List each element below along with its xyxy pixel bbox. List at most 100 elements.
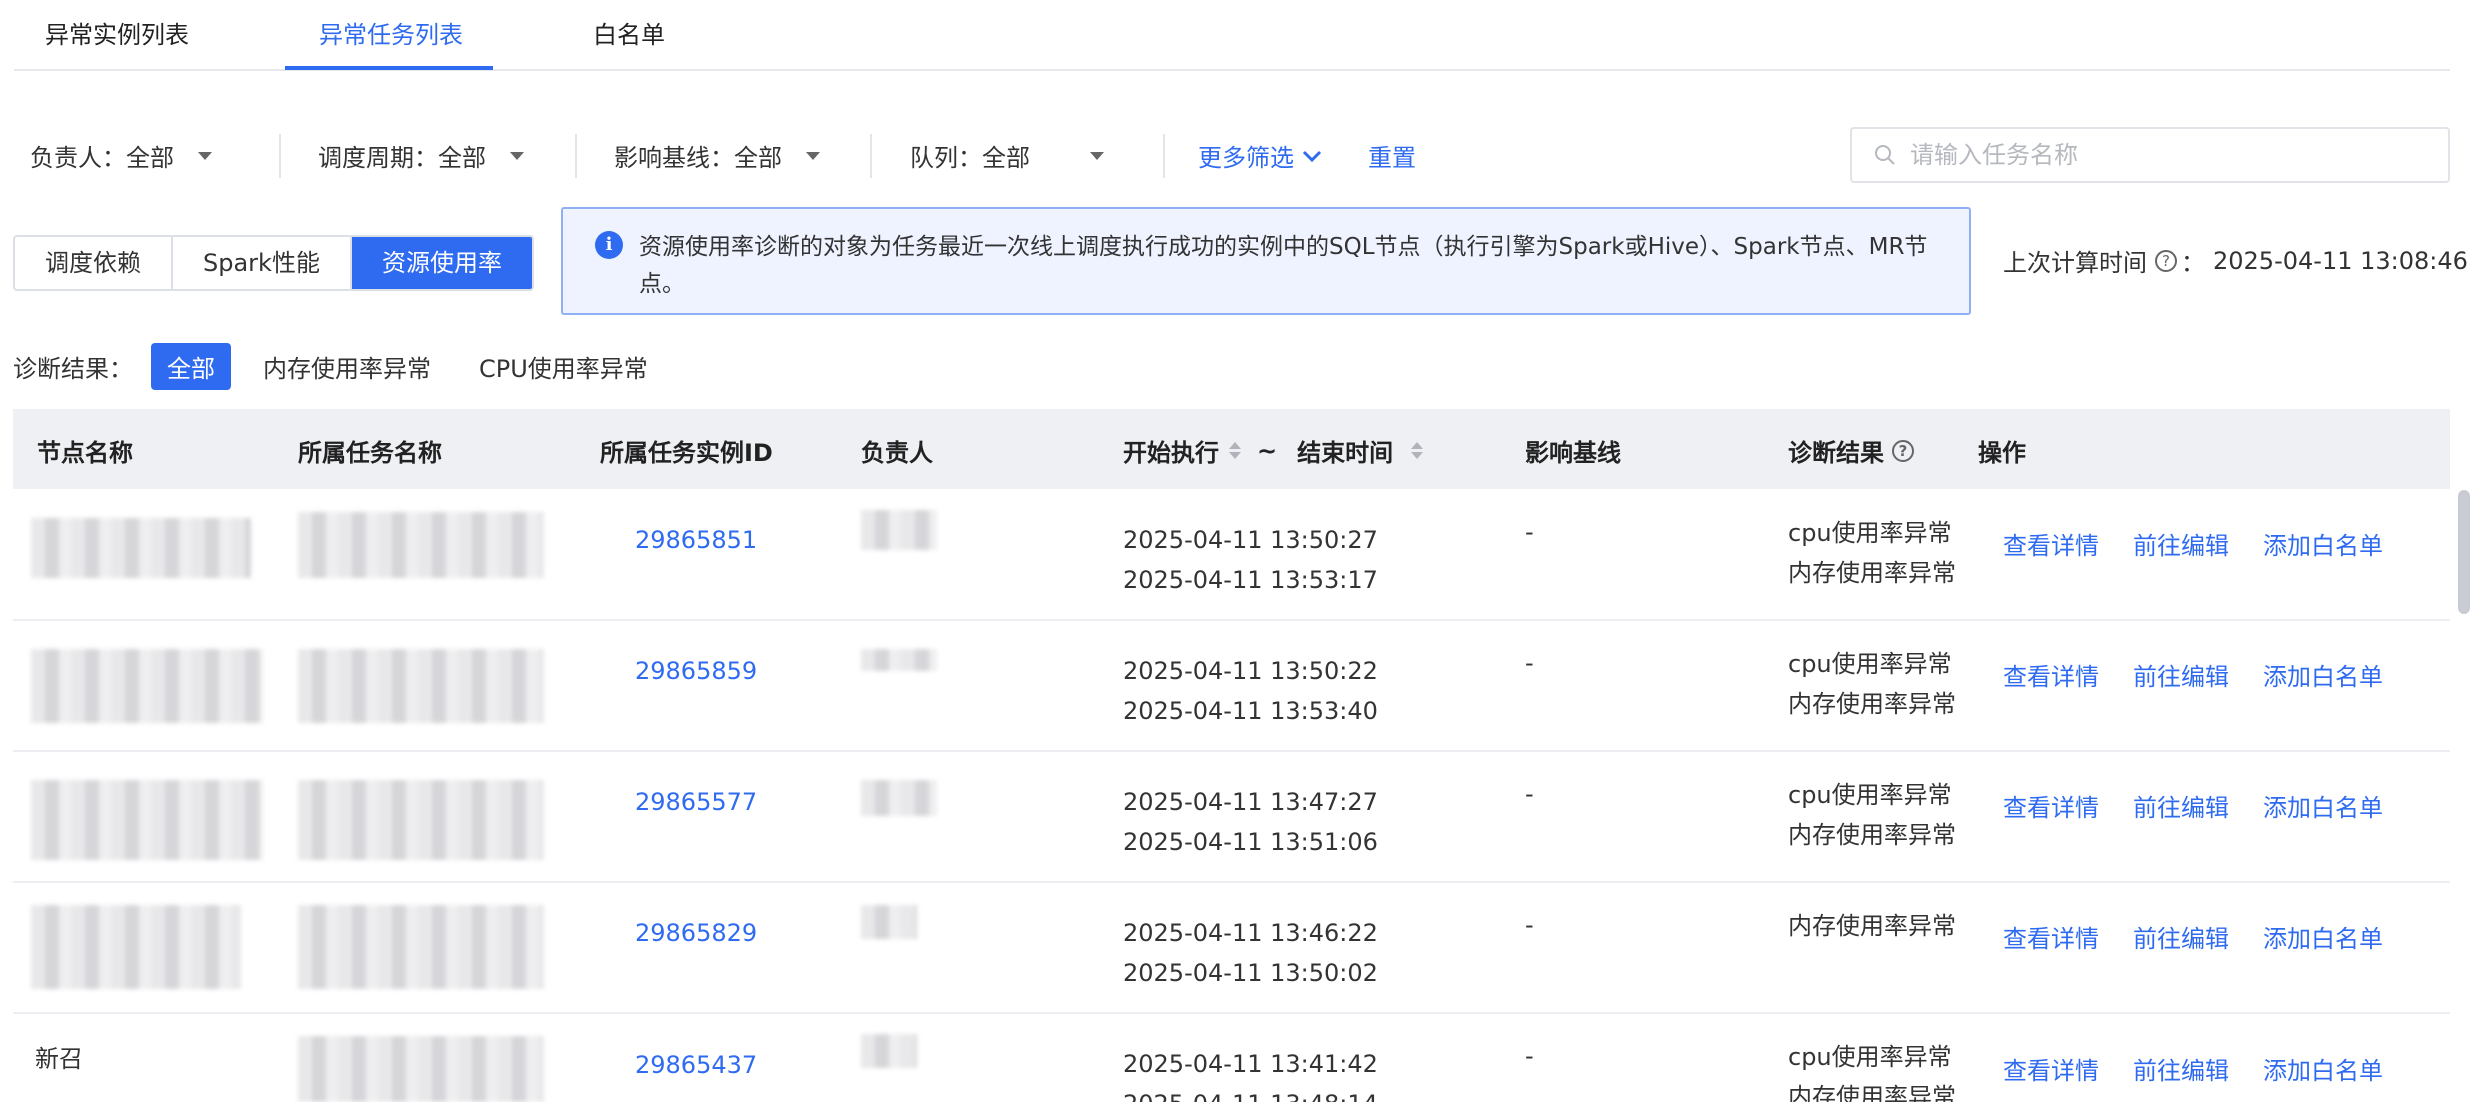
- redacted-owner: [861, 1034, 917, 1068]
- row-actions: 查看详情 前往编辑 添加白名单: [2003, 1051, 2417, 1086]
- tab-abnormal-tasks[interactable]: 异常任务列表: [319, 15, 463, 71]
- table-row: 29865829 2025-04-11 13:46:22 2025-04-11 1…: [13, 883, 2450, 1014]
- instance-id-link[interactable]: 29865577: [635, 788, 757, 816]
- go-edit-link[interactable]: 前往编辑: [2133, 1051, 2229, 1086]
- view-details-link[interactable]: 查看详情: [2003, 657, 2099, 692]
- diagnosis-type-switch: 调度依赖 Spark性能 资源使用率: [13, 235, 534, 291]
- add-whitelist-link[interactable]: 添加白名单: [2263, 788, 2383, 823]
- baseline-value: -: [1525, 1042, 1534, 1070]
- last-calc-time: 上次计算时间 ? ： 2025-04-11 13:08:46: [2003, 246, 2468, 278]
- sort-icon[interactable]: [1229, 442, 1241, 459]
- row-actions: 查看详情 前往编辑 添加白名单: [2003, 788, 2417, 823]
- divider: [575, 134, 577, 178]
- redacted-owner: [861, 649, 937, 671]
- redacted-node-name: [31, 780, 263, 860]
- chevron-down-icon: [806, 151, 820, 160]
- diagnosis-result: cpu使用率异常 内存使用率异常: [1788, 650, 1956, 718]
- owner-filter[interactable]: 负责人：全部: [30, 138, 212, 173]
- instance-id-link[interactable]: 29865829: [635, 919, 757, 947]
- tab-abnormal-instances[interactable]: 异常实例列表: [45, 15, 189, 71]
- time-range: 2025-04-11 13:50:27 2025-04-11 13:53:17: [1123, 526, 1378, 594]
- instance-id-link[interactable]: 29865859: [635, 657, 757, 685]
- seg-resource-usage[interactable]: 资源使用率: [351, 237, 532, 289]
- row-actions: 查看详情 前往编辑 添加白名单: [2003, 526, 2417, 561]
- divider: [1163, 134, 1165, 178]
- row-actions: 查看详情 前往编辑 添加白名单: [2003, 919, 2417, 954]
- go-edit-link[interactable]: 前往编辑: [2133, 657, 2229, 692]
- view-details-link[interactable]: 查看详情: [2003, 1051, 2099, 1086]
- baseline-filter[interactable]: 影响基线：全部: [614, 138, 820, 173]
- info-icon: i: [595, 231, 623, 259]
- instance-id-link[interactable]: 29865437: [635, 1051, 757, 1079]
- tab-whitelist[interactable]: 白名单: [593, 15, 665, 71]
- chevron-down-icon: [1302, 150, 1322, 162]
- col-instance-id: 所属任务实例ID: [600, 439, 773, 467]
- col-diagnosis: 诊断结果 ?: [1788, 433, 1918, 468]
- redacted-owner: [861, 905, 917, 939]
- instance-id-link[interactable]: 29865851: [635, 526, 757, 554]
- cycle-filter[interactable]: 调度周期：全部: [318, 138, 524, 173]
- search-input[interactable]: [1910, 141, 2430, 169]
- table-row: 29865859 2025-04-11 13:50:22 2025-04-11 1…: [13, 621, 2450, 752]
- diagnosis-result: cpu使用率异常 内存使用率异常: [1788, 1043, 1956, 1102]
- result-filter-label: 诊断结果：: [13, 355, 133, 383]
- diagnosis-result: 内存使用率异常: [1788, 912, 1956, 940]
- add-whitelist-link[interactable]: 添加白名单: [2263, 657, 2383, 692]
- redacted-node-name: [31, 649, 263, 723]
- redacted-task-name: [298, 780, 544, 860]
- col-actions: 操作: [1978, 439, 2026, 467]
- table-row: 29865577 2025-04-11 13:47:27 2025-04-11 1…: [13, 752, 2450, 883]
- redacted-owner: [861, 780, 937, 816]
- info-text: 资源使用率诊断的对象为任务最近一次线上调度执行成功的实例中的SQL节点（执行引擎…: [639, 234, 1928, 297]
- row-actions: 查看详情 前往编辑 添加白名单: [2003, 657, 2417, 692]
- result-filter: 诊断结果： 全部 内存使用率异常 CPU使用率异常: [13, 343, 664, 390]
- redacted-task-name: [298, 1036, 544, 1102]
- redacted-task-name: [298, 905, 544, 989]
- col-owner: 负责人: [861, 439, 933, 467]
- reset-button[interactable]: 重置: [1368, 138, 1416, 173]
- help-icon[interactable]: ?: [1892, 439, 1914, 462]
- go-edit-link[interactable]: 前往编辑: [2133, 919, 2229, 954]
- seg-spark-performance[interactable]: Spark性能: [173, 237, 352, 289]
- chevron-down-icon: [510, 151, 524, 160]
- table-header: 节点名称 所属任务名称 所属任务实例ID 负责人 开始执行 ~ 结束时间 影响基…: [13, 409, 2450, 489]
- go-edit-link[interactable]: 前往编辑: [2133, 788, 2229, 823]
- sort-icon[interactable]: [1411, 442, 1424, 459]
- active-tab-indicator: [285, 66, 493, 70]
- redacted-node-name: [31, 905, 241, 989]
- time-range: 2025-04-11 13:41:422025-04-11 13:48:14: [1123, 1050, 1378, 1102]
- result-cpu[interactable]: CPU使用率异常: [463, 343, 664, 390]
- help-icon[interactable]: ?: [2155, 249, 2177, 272]
- time-range: 2025-04-11 13:47:27 2025-04-11 13:51:06: [1123, 788, 1378, 856]
- search-icon: [1875, 145, 1895, 165]
- result-memory[interactable]: 内存使用率异常: [247, 343, 447, 390]
- diagnosis-result: cpu使用率异常 内存使用率异常: [1788, 781, 1956, 849]
- chevron-down-icon: [198, 151, 212, 160]
- time-range: 2025-04-11 13:50:22 2025-04-11 13:53:40: [1123, 657, 1378, 725]
- seg-schedule-dependency[interactable]: 调度依赖: [15, 237, 173, 289]
- task-search[interactable]: [1850, 127, 2450, 183]
- redacted-node-name: [31, 518, 251, 578]
- go-edit-link[interactable]: 前往编辑: [2133, 526, 2229, 561]
- view-details-link[interactable]: 查看详情: [2003, 788, 2099, 823]
- add-whitelist-link[interactable]: 添加白名单: [2263, 919, 2383, 954]
- diagnosis-result: cpu使用率异常 内存使用率异常: [1788, 519, 1956, 587]
- baseline-value: -: [1525, 911, 1534, 939]
- tab-bar: 异常实例列表 异常任务列表 白名单: [14, 0, 2450, 71]
- more-filters-button[interactable]: 更多筛选: [1198, 138, 1322, 173]
- baseline-value: -: [1525, 649, 1534, 677]
- table-scrollbar[interactable]: [2458, 490, 2470, 614]
- result-all[interactable]: 全部: [151, 343, 231, 390]
- queue-filter[interactable]: 队列：全部: [910, 138, 1104, 173]
- add-whitelist-link[interactable]: 添加白名单: [2263, 526, 2383, 561]
- add-whitelist-link[interactable]: 添加白名单: [2263, 1051, 2383, 1086]
- info-alert: i 资源使用率诊断的对象为任务最近一次线上调度执行成功的实例中的SQL节点（执行…: [561, 207, 1971, 315]
- redacted-owner: [861, 510, 937, 550]
- col-node-name: 节点名称: [37, 439, 133, 467]
- baseline-value: -: [1525, 780, 1534, 808]
- divider: [279, 134, 281, 178]
- divider: [870, 134, 872, 178]
- table-row: 新召 29865437 2025-04-11 13:41:422025-04-1…: [13, 1014, 2450, 1102]
- view-details-link[interactable]: 查看详情: [2003, 526, 2099, 561]
- view-details-link[interactable]: 查看详情: [2003, 919, 2099, 954]
